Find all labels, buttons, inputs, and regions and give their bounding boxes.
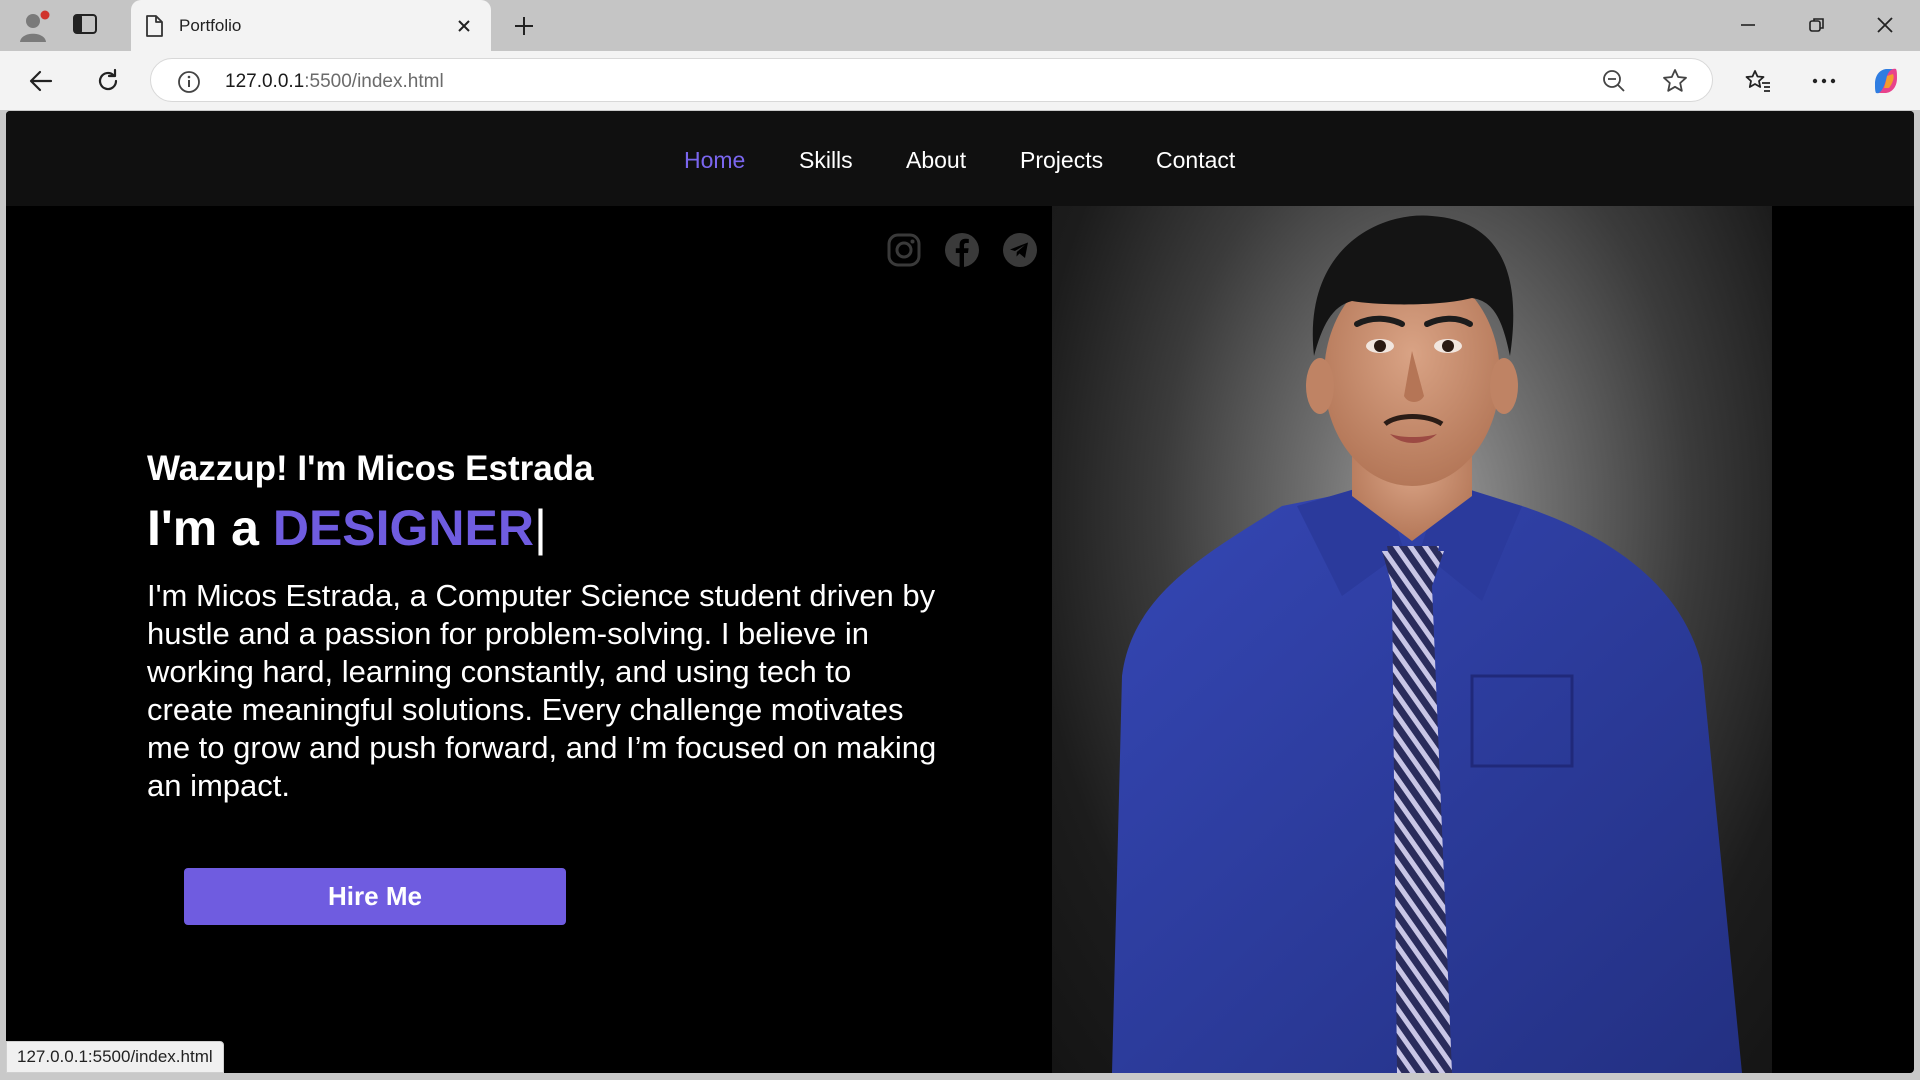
nav-projects[interactable]: Projects [1020, 147, 1103, 174]
minimize-icon[interactable] [1728, 10, 1768, 40]
more-menu-icon[interactable] [1806, 63, 1842, 99]
browser-toolbar: 127.0.0.1:5500/index.html [0, 51, 1920, 110]
typing-cursor: | [534, 500, 548, 556]
tab-actions-icon[interactable] [72, 12, 106, 40]
hire-me-button[interactable]: Hire Me [184, 868, 566, 925]
greeting-heading: Wazzup! I'm Micos Estrada [147, 449, 594, 488]
back-icon[interactable] [23, 63, 59, 99]
profile-portrait [1052, 206, 1772, 1073]
role-highlight: DESIGNER [272, 500, 535, 556]
main-nav: Home Skills About Projects Contact [6, 111, 1914, 206]
facebook-icon[interactable] [943, 231, 981, 269]
close-tab-icon[interactable] [451, 13, 477, 39]
close-window-icon[interactable] [1865, 10, 1905, 40]
address-url[interactable]: 127.0.0.1:5500/index.html [225, 71, 444, 93]
url-host: 127.0.0.1 [225, 71, 305, 92]
portfolio-page: Home Skills About Projects Contact Wazzu… [6, 111, 1914, 1073]
reload-icon[interactable] [90, 63, 126, 99]
browser-tab-strip: Portfolio [0, 0, 1920, 51]
favorites-icon[interactable] [1740, 63, 1776, 99]
role-heading: I'm a DESIGNER| [147, 499, 547, 557]
restore-icon[interactable] [1797, 10, 1837, 40]
nav-contact[interactable]: Contact [1156, 147, 1235, 174]
profile-avatar-icon[interactable] [16, 8, 52, 44]
url-path: :5500/index.html [304, 71, 444, 92]
zoom-out-icon[interactable] [1601, 68, 1627, 99]
favorite-star-icon[interactable] [1661, 67, 1689, 100]
tab-title: Portfolio [179, 16, 242, 35]
address-bar[interactable]: 127.0.0.1:5500/index.html [150, 58, 1713, 102]
bio-paragraph: I'm Micos Estrada, a Computer Science st… [147, 578, 937, 803]
instagram-icon[interactable] [885, 231, 923, 269]
role-prefix: I'm a [147, 500, 273, 556]
nav-skills[interactable]: Skills [799, 147, 853, 174]
tab-portfolio[interactable]: Portfolio [131, 0, 491, 51]
status-url-tooltip: 127.0.0.1:5500/index.html [6, 1041, 224, 1073]
site-info-icon[interactable] [177, 70, 201, 99]
copilot-icon[interactable] [1868, 63, 1904, 99]
telegram-icon[interactable] [1001, 231, 1039, 269]
portrait-illustration [1112, 215, 1742, 1073]
page-icon [143, 14, 165, 43]
nav-home[interactable]: Home [684, 147, 745, 174]
new-tab-icon[interactable] [510, 12, 538, 40]
nav-about[interactable]: About [906, 147, 966, 174]
